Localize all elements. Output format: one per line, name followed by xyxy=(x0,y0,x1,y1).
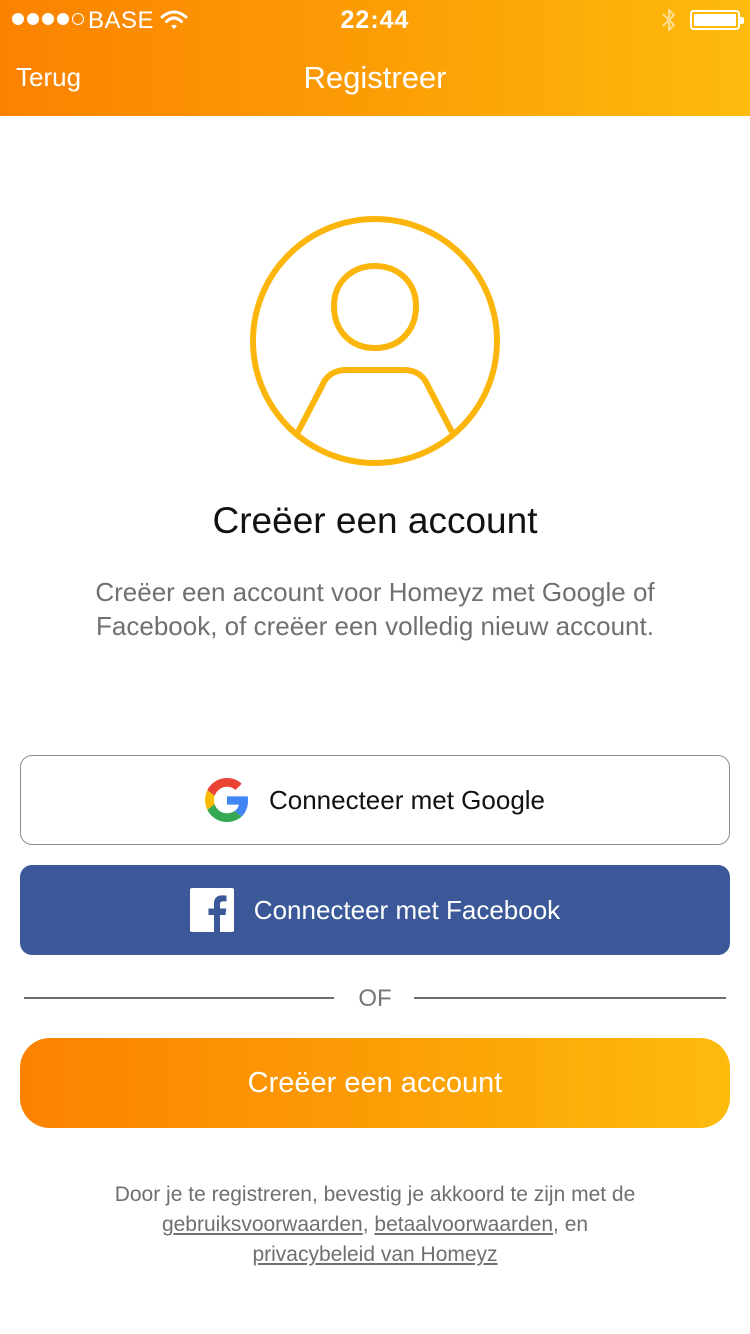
google-logo-icon xyxy=(204,778,249,822)
connect-google-button[interactable]: Connecteer met Google xyxy=(20,755,730,845)
create-account-button[interactable]: Creëer een account xyxy=(20,1038,730,1128)
or-label: OF xyxy=(358,985,392,1012)
battery-icon xyxy=(690,10,744,30)
facebook-logo-icon xyxy=(189,888,234,932)
status-time: 22:44 xyxy=(340,6,410,34)
terms-separator-1: , xyxy=(362,1213,375,1236)
google-button-label: Connecteer met Google xyxy=(268,784,546,815)
divider-line-right xyxy=(414,997,726,999)
terms-separator-2: , en xyxy=(553,1213,589,1236)
nav-title: Registreer xyxy=(303,60,447,95)
terms-of-use-link[interactable]: gebruiksvoorwaarden xyxy=(162,1213,363,1236)
page-heading: Creëer een account xyxy=(212,500,538,541)
bluetooth-icon xyxy=(662,9,675,31)
facebook-button-label: Connecteer met Facebook xyxy=(253,894,561,925)
top-header: BASE 22:44 Terug Registreer xyxy=(0,0,750,116)
status-bar: BASE 22:44 xyxy=(0,0,750,40)
user-avatar-icon xyxy=(250,216,500,466)
connect-facebook-button[interactable]: Connecteer met Facebook xyxy=(20,865,730,955)
create-account-label: Creëer een account xyxy=(247,1066,503,1099)
privacy-policy-link[interactable]: privacybeleid van Homeyz xyxy=(252,1243,497,1266)
terms-prefix: Door je te registreren, bevestig je akko… xyxy=(114,1183,636,1206)
page-description: Creëer een account voor Homeyz met Googl… xyxy=(95,577,655,641)
terms-text: Door je te registreren, bevestig je akko… xyxy=(40,1180,710,1270)
payment-terms-link[interactable]: betaalvoorwaarden xyxy=(374,1213,553,1236)
or-divider: OF xyxy=(24,985,726,1015)
